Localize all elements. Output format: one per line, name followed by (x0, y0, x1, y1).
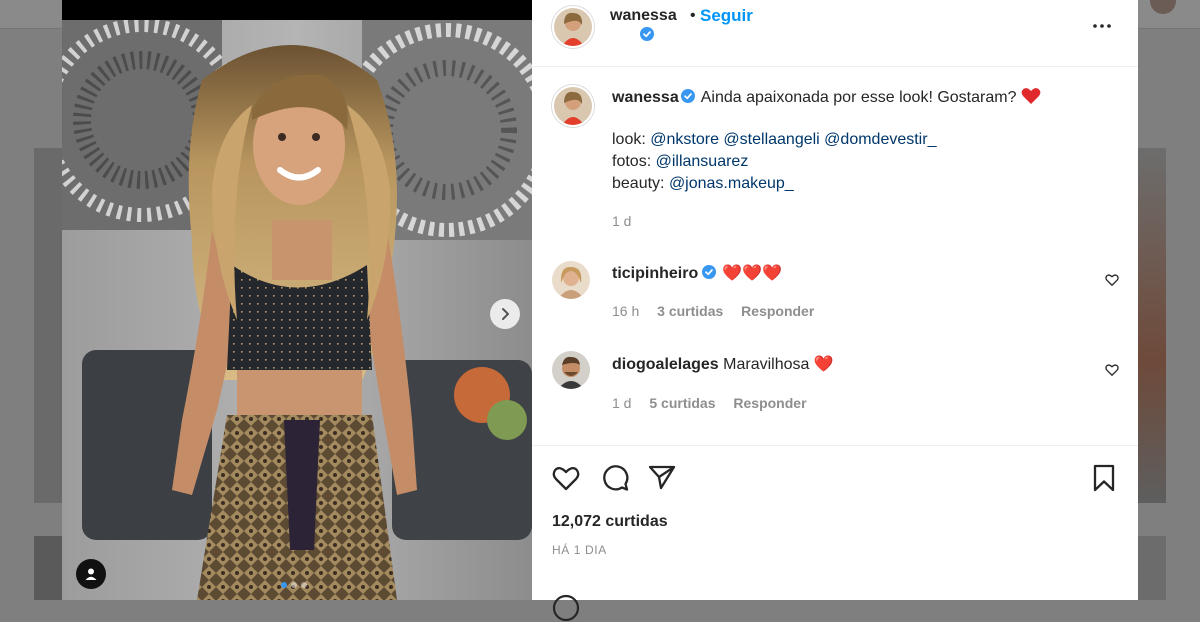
look-label: look: (612, 131, 646, 148)
comment-time[interactable]: 16 h (612, 303, 639, 319)
comment-username[interactable]: ticipinheiro (612, 265, 698, 282)
caption-author-avatar[interactable] (552, 85, 594, 127)
emoji-icon[interactable] (552, 594, 580, 622)
post-header: wanessa • Seguir (532, 0, 1138, 67)
red-heart-emoji (1021, 87, 1041, 104)
user-tags-button[interactable] (76, 559, 106, 589)
comment-icon[interactable] (601, 464, 629, 492)
comments-section: wanessa Ainda apaixonada por esse look! G… (532, 67, 1138, 445)
comment-text: Maravilhosa ❤️ (723, 356, 834, 373)
author-username[interactable]: wanessa (610, 7, 677, 25)
author-avatar-image (554, 8, 592, 46)
carousel-dot (301, 582, 307, 588)
background-profile-avatar (1150, 0, 1176, 14)
bookmark-icon[interactable] (1092, 464, 1116, 492)
post-side-panel: wanessa • Seguir wanessa Ainda apaixonad… (532, 0, 1138, 622)
commenter-avatar-image (552, 261, 590, 299)
reply-button[interactable]: Responder (741, 303, 814, 319)
carousel-indicator (281, 582, 307, 588)
mention-link[interactable]: @nkstore (650, 131, 719, 148)
background-post-tile (1138, 148, 1166, 503)
commenter-avatar[interactable] (552, 351, 590, 389)
next-arrow-icon (502, 308, 509, 320)
commenter-avatar-image (552, 351, 590, 389)
follow-button[interactable]: Seguir (700, 6, 753, 26)
caption-username[interactable]: wanessa (612, 89, 679, 106)
commenter-avatar[interactable] (552, 261, 590, 299)
more-icon[interactable] (1092, 16, 1112, 36)
background-post-tile (1138, 536, 1166, 600)
verified-badge-icon (702, 265, 717, 280)
comment-text: ❤️❤️❤️ (722, 265, 782, 282)
comment-likes[interactable]: 5 curtidas (649, 395, 715, 411)
mention-link[interactable]: @domdevestir_ (824, 131, 936, 148)
caption-time[interactable]: 1 d (612, 213, 631, 229)
comment-likes[interactable]: 3 curtidas (657, 303, 723, 319)
post-image (62, 20, 532, 600)
beauty-label: beauty: (612, 175, 665, 192)
mention-link[interactable]: @illansuarez (656, 153, 749, 170)
header-separator: • (690, 7, 696, 24)
post-photo[interactable] (62, 0, 532, 600)
background-post-tile (34, 148, 64, 503)
reply-button[interactable]: Responder (733, 395, 806, 411)
background-post-tile (34, 536, 64, 600)
carousel-dot (291, 582, 297, 588)
comment-1: ticipinheiro ❤️❤️❤️ (612, 263, 782, 283)
verified-badge-icon (640, 27, 654, 41)
share-icon[interactable] (648, 464, 676, 490)
likes-count[interactable]: 12,072 curtidas (552, 513, 668, 531)
mention-link[interactable]: @jonas.makeup_ (669, 175, 794, 192)
comment-2: diogoalelages Maravilhosa ❤️ (612, 354, 834, 374)
comment-1-meta: 16 h 3 curtidas Responder (612, 303, 814, 319)
post-actions: 12,072 curtidas HÁ 1 DIA (532, 445, 1138, 622)
caption-text: Ainda apaixonada por esse look! Gostaram… (700, 89, 1017, 106)
carousel-dot (281, 582, 287, 588)
comment-like-heart-icon[interactable] (1105, 273, 1119, 287)
post-caption: wanessa Ainda apaixonada por esse look! G… (612, 87, 1112, 195)
comment-2-meta: 1 d 5 curtidas Responder (612, 395, 807, 411)
post-modal: wanessa • Seguir wanessa Ainda apaixonad… (62, 0, 1138, 622)
comment-time[interactable]: 1 d (612, 395, 631, 411)
caption-avatar-image (554, 87, 592, 125)
next-photo-button[interactable] (490, 299, 520, 329)
comment-like-heart-icon[interactable] (1105, 363, 1119, 377)
author-avatar[interactable] (552, 6, 594, 48)
comment-username[interactable]: diogoalelages (612, 356, 719, 373)
user-tag-icon (85, 568, 97, 580)
post-date[interactable]: HÁ 1 DIA (552, 543, 607, 557)
mention-link[interactable]: @stellaangeli (723, 131, 819, 148)
verified-badge-icon (680, 89, 695, 104)
photos-label: fotos: (612, 153, 652, 170)
heart-icon[interactable] (552, 465, 580, 491)
